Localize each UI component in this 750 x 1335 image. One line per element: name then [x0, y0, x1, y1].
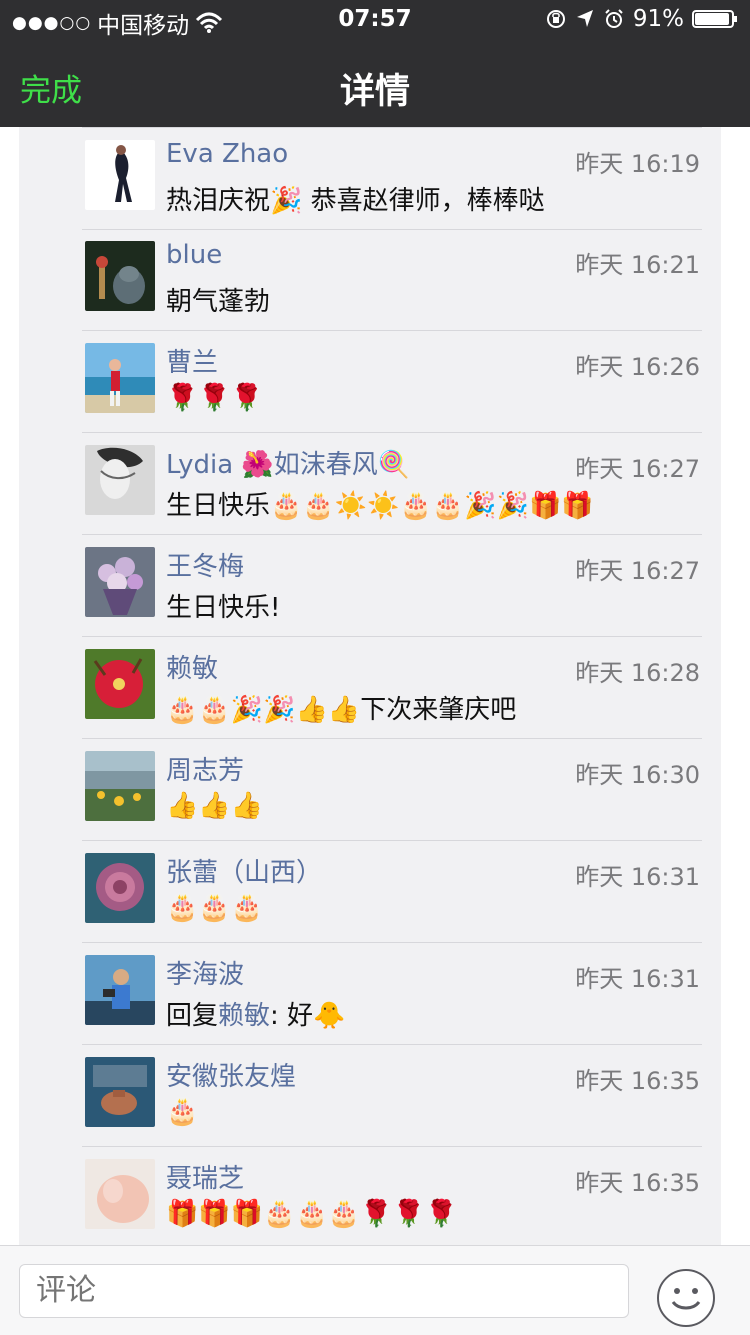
comment-item: Eva Zhao 昨天 16:19 热泪庆祝🎉 恭喜赵律师，棒棒哒 — [82, 127, 702, 230]
status-right: 91% — [545, 6, 738, 32]
battery-icon — [692, 10, 737, 28]
comment-text: 热泪庆祝🎉 恭喜赵律师，棒棒哒 — [166, 186, 545, 216]
comment-text: 朝气蓬勃 — [166, 287, 271, 317]
comment-time: 昨天 16:19 — [575, 150, 700, 178]
commenter-name[interactable]: 曹兰 — [166, 342, 218, 379]
emoji-button[interactable] — [657, 1269, 715, 1327]
commenter-name[interactable]: 安徽张友煌 — [166, 1056, 296, 1093]
comment-time: 昨天 16:27 — [575, 557, 700, 585]
avatar[interactable] — [85, 445, 155, 515]
comment-item: 曹兰 昨天 16:26 🌹🌹🌹 — [82, 331, 702, 433]
avatar[interactable] — [85, 241, 155, 311]
comment-time: 昨天 16:30 — [575, 761, 700, 789]
comment-text: 🎂🎂🎉🎉👍👍下次来肇庆吧 — [166, 695, 517, 725]
avatar[interactable] — [85, 751, 155, 821]
orientation-lock-icon — [546, 10, 565, 28]
smile-icon — [671, 1288, 701, 1310]
avatar[interactable] — [85, 1159, 155, 1229]
comment-item: Lydia 🌺如沫春风🍭 昨天 16:27 生日快乐🎂🎂☀️☀️🎂🎂🎉🎉🎁🎁 — [82, 433, 702, 535]
commenter-name[interactable]: blue — [166, 240, 222, 270]
comment-item: 李海波 昨天 16:31 回复赖敏: 好🐥 — [82, 943, 702, 1045]
comment-text: 👍👍👍 — [166, 791, 264, 821]
comment-time: 昨天 16:28 — [575, 659, 700, 687]
comment-item: 聂瑞芝 昨天 16:35 🎁🎁🎁🎂🎂🎂🌹🌹🌹 — [82, 1147, 702, 1245]
commenter-name[interactable]: 周志芳 — [166, 750, 244, 787]
comment-item: 张蕾（山西） 昨天 16:31 🎂🎂🎂 — [82, 841, 702, 943]
alarm-icon — [605, 9, 623, 28]
comment-time: 昨天 16:21 — [575, 251, 700, 279]
page-title: 详情 — [339, 72, 410, 112]
avatar[interactable] — [85, 343, 155, 413]
comment-time: 昨天 16:31 — [575, 863, 700, 891]
comment-item: 安徽张友煌 昨天 16:35 🎂 — [82, 1045, 702, 1147]
comment-item: 王冬梅 昨天 16:27 生日快乐! — [82, 535, 702, 637]
comment-text: 回复赖敏: 好🐥 — [166, 995, 345, 1032]
commenter-name[interactable]: 张蕾（山西） — [166, 852, 322, 889]
battery-percent: 91% — [632, 6, 684, 32]
comment-item: 周志芳 昨天 16:30 👍👍👍 — [82, 739, 702, 841]
reply-message: : 好🐥 — [270, 1001, 346, 1031]
comment-input[interactable] — [19, 1264, 629, 1318]
comment-text: 生日快乐! — [166, 593, 281, 623]
reply-target-name[interactable]: 赖敏 — [218, 1001, 270, 1031]
avatar[interactable] — [85, 955, 155, 1025]
comment-text: 🎁🎁🎁🎂🎂🎂🌹🌹🌹 — [166, 1199, 458, 1229]
comment-time: 昨天 16:35 — [575, 1067, 700, 1095]
location-icon — [576, 10, 593, 27]
commenter-name[interactable]: 聂瑞芝 — [166, 1158, 244, 1195]
comment-text: 🎂🎂🎂 — [166, 893, 264, 923]
avatar[interactable] — [85, 1057, 155, 1127]
comment-bar — [0, 1245, 750, 1335]
comment-text: 生日快乐🎂🎂☀️☀️🎂🎂🎉🎉🎁🎁 — [166, 491, 594, 521]
comment-text: 🌹🌹🌹 — [166, 383, 264, 413]
comment-item: 赖敏 昨天 16:28 🎂🎂🎉🎉👍👍下次来肇庆吧 — [82, 637, 702, 739]
comment-item: blue 昨天 16:21 朝气蓬勃 — [82, 229, 702, 331]
navigation-bar: 完成 详情 — [0, 45, 750, 125]
commenter-name[interactable]: Lydia 🌺如沫春风🍭 — [166, 444, 410, 481]
commenter-name[interactable]: Eva Zhao — [166, 139, 288, 169]
commenter-name[interactable]: 赖敏 — [166, 648, 218, 685]
reply-prefix: 回复 — [166, 1001, 219, 1031]
comment-time: 昨天 16:26 — [575, 353, 700, 381]
top-bar: ●●●○○ 中国移动 07:57 91% 完成 详情 — [0, 0, 750, 127]
comment-time: 昨天 16:27 — [575, 455, 700, 483]
avatar[interactable] — [85, 649, 155, 719]
comments-panel: Eva Zhao 昨天 16:19 热泪庆祝🎉 恭喜赵律师，棒棒哒 blue 昨… — [19, 127, 721, 1245]
avatar[interactable] — [85, 547, 155, 617]
comment-text: 🎂 — [166, 1097, 199, 1127]
commenter-name[interactable]: 李海波 — [166, 954, 244, 991]
commenter-name[interactable]: 王冬梅 — [166, 546, 244, 583]
status-bar: ●●●○○ 中国移动 07:57 91% — [0, 0, 750, 40]
avatar[interactable] — [85, 140, 155, 210]
comment-time: 昨天 16:31 — [575, 965, 700, 993]
comment-time: 昨天 16:35 — [575, 1169, 700, 1197]
avatar[interactable] — [85, 853, 155, 923]
